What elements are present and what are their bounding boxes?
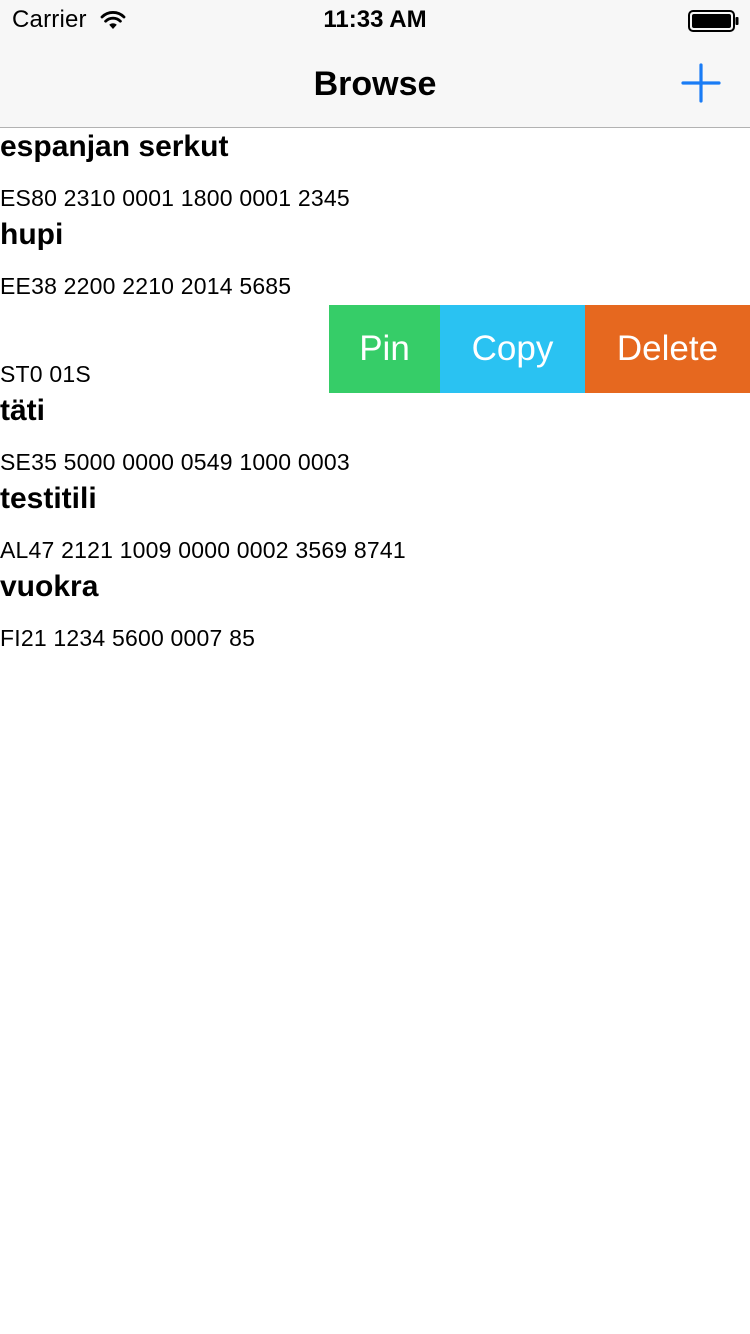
list-item[interactable]: espanjan serkut ES80 2310 0001 1800 0001… [0,129,750,217]
list-item[interactable]: testitili AL47 2121 1009 0000 0002 3569 … [0,481,750,569]
battery-icon [688,10,739,32]
list-item-content: testitili AL47 2121 1009 0000 0002 3569 … [0,481,750,569]
list-item-content: hupi EE38 2200 2210 2014 5685 [0,217,750,305]
account-iban: SE35 5000 0000 0549 1000 0003 [0,449,350,475]
page-title: Browse [313,65,437,103]
list-item-content: vuokra FI21 1234 5600 0007 85 [0,569,750,657]
account-iban: AL47 2121 1009 0000 0002 3569 8741 [0,537,406,563]
account-name: testitili [0,482,97,515]
navigation-bar: Carrier 11:33 AM Browse [0,0,750,128]
account-name: espanjan serkut [0,130,229,163]
account-name: hupi [0,218,64,251]
status-bar: Carrier 11:33 AM [0,0,750,40]
account-name: täti [0,394,45,427]
pin-button[interactable]: Pin [329,305,440,393]
plus-icon [681,63,721,103]
list-item[interactable]: vuokra FI21 1234 5600 0007 85 [0,569,750,657]
account-name: vuokra [0,570,99,603]
account-iban: EE38 2200 2210 2014 5685 [0,273,292,299]
list-item-swiped[interactable]: ST0 01S Pin Copy Delete [0,305,750,393]
account-iban: ST0 01S [0,361,91,387]
swipe-actions: Pin Copy Delete [329,305,750,393]
list-item-content: täti SE35 5000 0000 0549 1000 0003 [0,393,750,481]
delete-button[interactable]: Delete [585,305,750,393]
list-item-content: espanjan serkut ES80 2310 0001 1800 0001… [0,129,750,217]
add-account-button[interactable] [676,58,726,108]
accounts-list: espanjan serkut ES80 2310 0001 1800 0001… [0,129,750,657]
status-time: 11:33 AM [323,6,427,33]
list-item[interactable]: täti SE35 5000 0000 0549 1000 0003 [0,393,750,481]
account-iban: FI21 1234 5600 0007 85 [0,625,256,651]
account-iban: ES80 2310 0001 1800 0001 2345 [0,185,350,211]
copy-button[interactable]: Copy [440,305,585,393]
list-item[interactable]: hupi EE38 2200 2210 2014 5685 [0,217,750,305]
